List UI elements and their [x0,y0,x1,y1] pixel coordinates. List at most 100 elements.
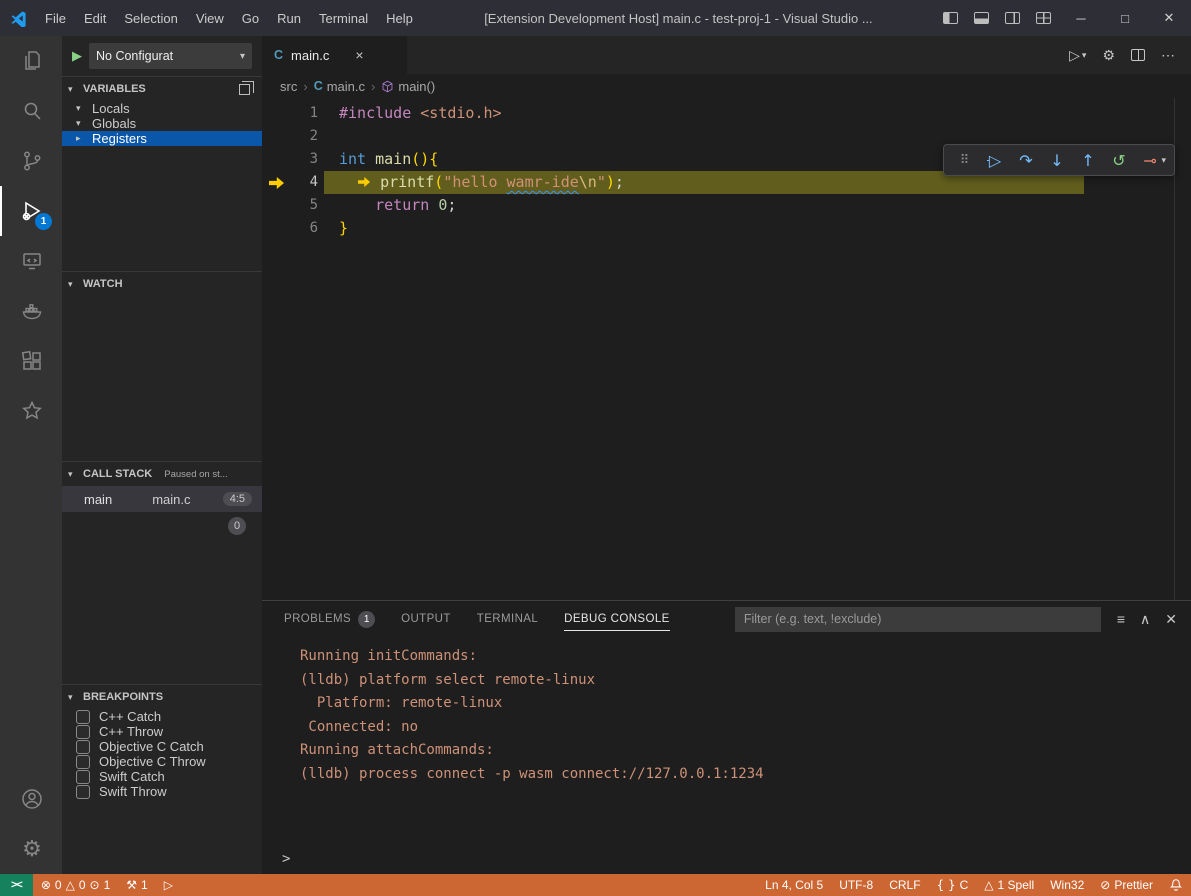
customize-layout-icon[interactable] [1036,12,1051,24]
close-button[interactable]: ✕ [1147,0,1191,36]
platform-status[interactable]: Win32 [1042,874,1092,896]
gutter[interactable] [262,194,288,217]
tab-main-c[interactable]: C main.c × [262,36,407,74]
panel-tab-debug-console[interactable]: DEBUG CONSOLE [564,601,670,637]
close-panel-icon[interactable]: ✕ [1165,611,1177,628]
call-stack-header[interactable]: ▾ CALL STACK Paused on st... [62,462,262,486]
problems-status[interactable]: ⊗ 0 △ 0 ⊙ 1 [33,874,118,896]
minimize-button[interactable]: ─ [1059,0,1103,36]
grip-icon[interactable]: ⠿ [948,153,979,168]
step-out-icon[interactable]: ↑ [1072,151,1103,170]
explorer-icon[interactable] [0,36,62,86]
notifications-bell[interactable] [1161,874,1191,896]
breakpoint-item[interactable]: Swift Throw [62,784,262,799]
breakpoint-checkbox[interactable] [76,725,90,739]
watch-empty-space [62,296,262,461]
breakpoint-checkbox[interactable] [76,785,90,799]
test-explorer-icon[interactable] [0,386,62,436]
debug-config-dropdown[interactable]: No Configurat ▾ [89,43,252,69]
chevron-down-icon[interactable]: ▾ [1161,155,1170,166]
continue-icon[interactable]: ▷ [979,151,1010,170]
breakpoint-checkbox[interactable] [76,710,90,724]
breakpoint-item[interactable]: Objective C Throw [62,754,262,769]
menu-edit[interactable]: Edit [75,0,115,36]
more-actions-icon[interactable]: ⋯ [1161,47,1175,64]
panel-tab-output[interactable]: OUTPUT [401,601,451,637]
variables-header[interactable]: ▾ VARIABLES [62,77,262,101]
menu-file[interactable]: File [36,0,75,36]
formatter-status[interactable]: ⊘ Prettier [1092,874,1161,896]
source-control-icon[interactable] [0,136,62,186]
console-filter-input[interactable] [735,607,1101,632]
collapse-all-icon[interactable] [239,84,250,95]
menu-view[interactable]: View [187,0,233,36]
panel-tab-terminal[interactable]: TERMINAL [477,601,538,637]
watch-header[interactable]: ▾ WATCH [62,272,262,296]
breadcrumb-file[interactable]: C main.c [314,79,365,94]
breakpoint-item[interactable]: C++ Catch [62,709,262,724]
breakpoint-item[interactable]: Objective C Catch [62,739,262,754]
toggle-secondary-sidebar-icon[interactable] [1005,12,1020,24]
bell-icon [1169,878,1183,892]
console-lines: Running initCommands:(lldb) platform sel… [300,645,1191,786]
encoding-status[interactable]: UTF-8 [831,874,881,896]
eol-status[interactable]: CRLF [881,874,928,896]
gutter[interactable] [262,217,288,240]
step-into-icon[interactable]: ↓ [1041,151,1072,170]
variables-item-label: Globals [92,116,136,131]
debug-console-output[interactable]: Running initCommands:(lldb) platform sel… [262,637,1191,844]
spell-status[interactable]: △ 1 Spell [976,874,1042,896]
breadcrumb-symbol[interactable]: main() [381,79,435,94]
menu-go[interactable]: Go [233,0,268,36]
breakpoint-checkbox[interactable] [76,740,90,754]
remote-explorer-icon[interactable] [0,236,62,286]
breakpoint-item[interactable]: C++ Throw [62,724,262,739]
start-debug-icon[interactable]: ▶ [72,48,82,64]
breakpoint-checkbox[interactable] [76,755,90,769]
tab-close-icon[interactable]: × [355,47,363,63]
language-mode[interactable]: { } C [929,874,977,896]
editor-settings-icon[interactable]: ⚙ [1102,47,1115,64]
maximize-button[interactable]: □ [1103,0,1147,36]
search-icon[interactable] [0,86,62,136]
code-token: wamr-ide [507,173,579,191]
variables-item-registers[interactable]: ▸Registers [62,131,262,146]
debug-console-input[interactable]: > [262,844,1191,874]
stack-frame-row[interactable]: main main.c 4:5 [62,486,262,512]
variables-item-locals[interactable]: ▾Locals [62,101,262,116]
gutter[interactable] [262,102,288,125]
maximize-panel-icon[interactable]: ∧ [1140,611,1150,628]
menu-terminal[interactable]: Terminal [310,0,377,36]
split-editor-icon[interactable] [1131,49,1145,61]
menu-selection[interactable]: Selection [115,0,186,36]
gutter[interactable] [262,125,288,148]
gutter[interactable] [262,171,288,194]
cursor-position[interactable]: Ln 4, Col 5 [757,874,831,896]
account-icon[interactable] [0,774,62,824]
breakpoint-checkbox[interactable] [76,770,90,784]
run-file-button[interactable]: ▷ ▾ [1069,47,1086,64]
settings-gear-icon[interactable]: ⚙ [0,824,62,874]
breakpoint-item[interactable]: Swift Catch [62,769,262,784]
menu-help[interactable]: Help [377,0,422,36]
tools-icon: ⚒ [126,878,137,892]
toggle-panel-icon[interactable] [974,12,989,24]
docker-icon[interactable] [0,286,62,336]
tools-status[interactable]: ⚒ 1 [118,874,155,896]
restart-icon[interactable]: ↺ [1103,151,1134,170]
remote-indicator[interactable]: >< [0,874,33,896]
debug-status[interactable]: ▷ [156,874,181,896]
toggle-primary-sidebar-icon[interactable] [943,12,958,24]
breakpoints-header[interactable]: ▾ BREAKPOINTS [62,685,262,709]
code-editor[interactable]: 1#include <stdio.h>23int main(){4 printf… [262,98,1191,600]
output-actions-icon[interactable]: ≡ [1117,611,1125,627]
step-over-icon[interactable]: ↷ [1010,151,1041,170]
gutter[interactable] [262,148,288,171]
panel-tab-problems[interactable]: PROBLEMS1 [284,601,375,637]
line-number: 3 [288,148,318,171]
extensions-icon[interactable] [0,336,62,386]
breadcrumb-folder[interactable]: src [280,79,297,94]
run-and-debug-icon[interactable]: 1 [0,186,62,236]
variables-item-globals[interactable]: ▾Globals [62,116,262,131]
menu-run[interactable]: Run [268,0,310,36]
